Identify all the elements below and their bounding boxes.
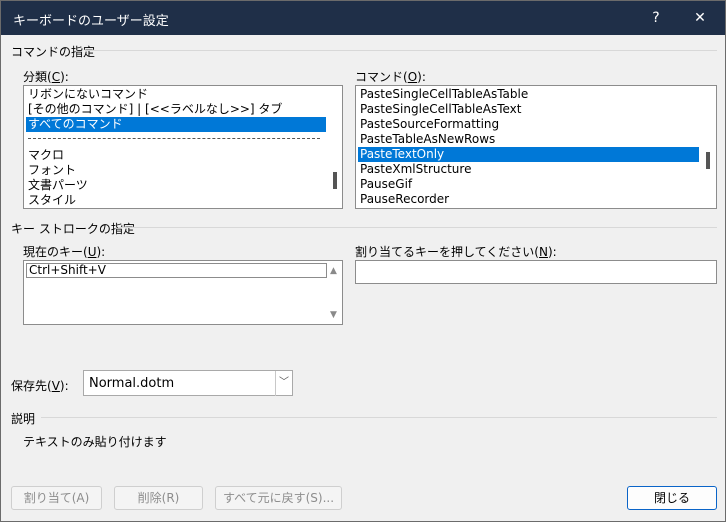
categories-label: 分類(C): xyxy=(23,70,69,84)
scroll-up-icon[interactable]: ▲ xyxy=(330,266,337,276)
scroll-down-icon[interactable]: ▼ xyxy=(330,310,337,320)
dialog-title: キーボードのユーザー設定 xyxy=(13,14,169,29)
current-keys-listbox[interactable]: Ctrl+Shift+V ▲ ▼ xyxy=(23,260,343,325)
command-item[interactable]: PasteXmlStructure xyxy=(358,162,471,177)
command-item[interactable]: PasteSingleCellTableAsText xyxy=(358,102,521,117)
category-item[interactable]: リボンにないコマンド xyxy=(26,87,148,102)
description-heading: 説明 xyxy=(11,412,36,426)
help-button[interactable]: ? xyxy=(633,1,679,35)
current-keys-label: 現在のキー(U): xyxy=(23,245,106,259)
keystroke-group-heading: キー ストロークの指定 xyxy=(11,222,135,236)
commands-label: コマンド(O): xyxy=(355,70,426,84)
command-item[interactable]: PauseRecorder xyxy=(358,192,449,207)
assign-button[interactable]: 割り当て(A) xyxy=(11,486,102,510)
new-key-label: 割り当てるキーを押してください(N): xyxy=(355,245,557,259)
commands-listbox[interactable]: PasteSingleCellTableAsTable PasteSingleC… xyxy=(355,85,717,209)
commands-scroll-thumb[interactable] xyxy=(706,152,710,169)
title-bar: キーボードのユーザー設定 ? ✕ xyxy=(1,1,725,35)
category-item[interactable]: フォント xyxy=(26,163,76,178)
keystroke-group-separator xyxy=(118,227,717,228)
command-item[interactable]: PasteSourceFormatting xyxy=(358,117,499,132)
command-item-selected[interactable]: PasteTextOnly xyxy=(358,147,699,162)
remove-button[interactable]: 削除(R) xyxy=(114,486,203,510)
command-item[interactable]: PasteTableAsNewRows xyxy=(358,132,495,147)
reset-all-button[interactable]: すべて元に戻す(S)... xyxy=(215,486,342,510)
categories-scroll-thumb[interactable] xyxy=(333,172,337,189)
categories-listbox[interactable]: リボンにないコマンド [その他のコマンド] | [<<ラベルなし>>] タブ す… xyxy=(23,85,343,209)
category-item[interactable]: [その他のコマンド] | [<<ラベルなし>>] タブ xyxy=(26,102,282,117)
close-button[interactable]: 閉じる xyxy=(627,486,717,510)
chevron-down-icon[interactable]: ﹀ xyxy=(275,371,292,396)
save-in-dropdown[interactable]: Normal.dotm ﹀ xyxy=(83,370,293,396)
command-item[interactable]: PauseGif xyxy=(358,177,412,192)
current-key-item[interactable]: Ctrl+Shift+V xyxy=(26,263,327,278)
command-group-heading: コマンドの指定 xyxy=(11,45,96,59)
command-item[interactable]: PasteSingleCellTableAsTable xyxy=(358,87,528,102)
save-in-value: Normal.dotm xyxy=(89,376,175,391)
save-in-label: 保存先(V): xyxy=(11,379,69,393)
category-item[interactable]: 文書パーツ xyxy=(26,178,88,193)
description-separator xyxy=(41,417,717,418)
close-window-button[interactable]: ✕ xyxy=(677,1,723,35)
command-group-separator xyxy=(85,50,717,51)
description-text: テキストのみ貼り付けます xyxy=(23,435,167,449)
customize-keyboard-dialog: キーボードのユーザー設定 ? ✕ コマンドの指定 分類(C): コマンド(O):… xyxy=(0,0,726,522)
category-divider xyxy=(28,138,320,139)
category-item[interactable]: マクロ xyxy=(26,148,64,163)
category-item[interactable]: スタイル xyxy=(26,193,76,208)
category-item-selected[interactable]: すべてのコマンド xyxy=(26,117,326,132)
new-key-input[interactable] xyxy=(355,260,717,284)
